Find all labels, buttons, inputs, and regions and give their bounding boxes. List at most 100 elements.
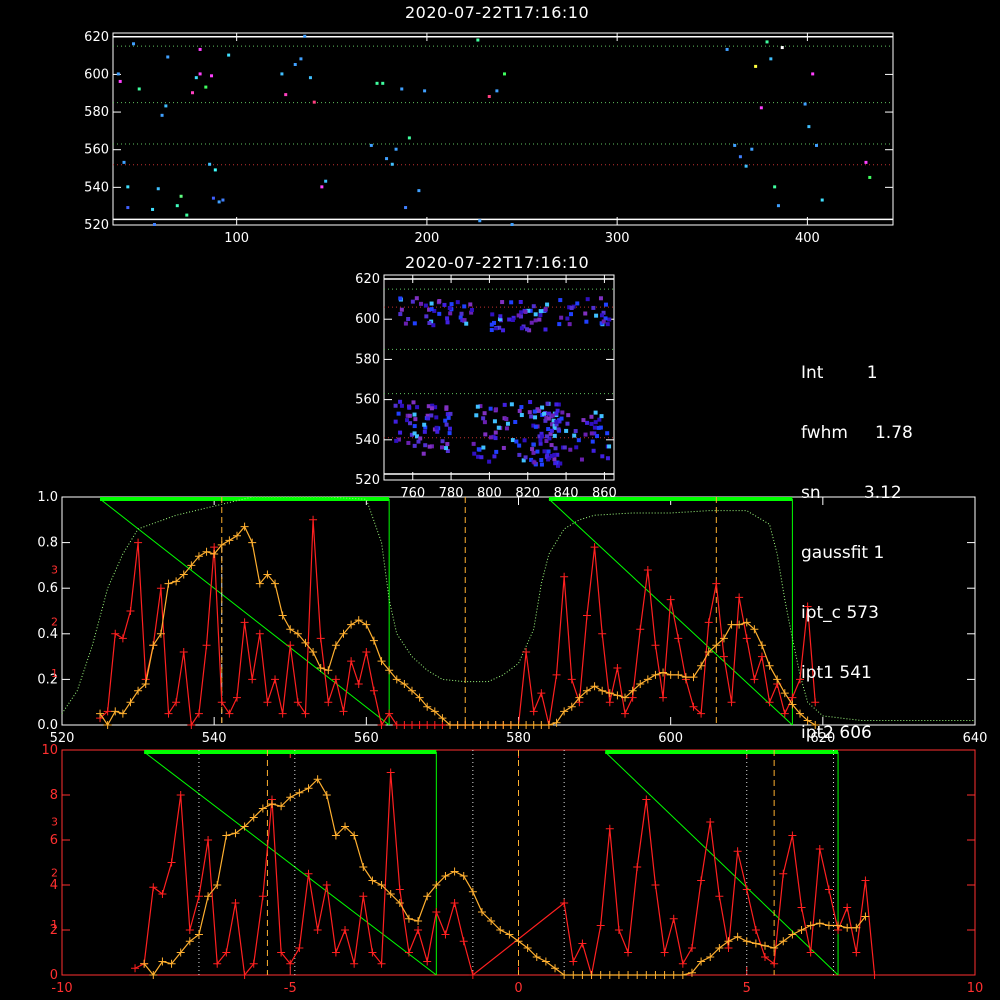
spectrum-pixel-raw-point: [316, 634, 325, 643]
spectrum-velocity-smooth-point: [633, 971, 642, 979]
spectrum-velocity-raw-point: [459, 937, 468, 946]
spectrum-pixel-raw-point: [598, 629, 607, 638]
spectrum-pixel-smooth-point: [681, 673, 690, 682]
spectrum-pixel-smooth-point: [118, 709, 127, 718]
spectrum-velocity-raw-point: [742, 885, 751, 894]
middle-image-pixel: [593, 420, 598, 425]
middle-image-pixel: [552, 452, 557, 457]
middle-image-pixel: [591, 305, 596, 310]
spectrum-velocity-raw-point: [669, 914, 678, 923]
top-image-pixel: [312, 100, 316, 104]
middle-image-pixel: [523, 455, 528, 460]
middle-image-ytick-label: 580: [355, 352, 380, 367]
middle-image-pixel: [553, 461, 558, 466]
spectrum-velocity-smooth-point: [624, 971, 633, 979]
middle-image-pixel: [504, 426, 509, 431]
middle-image-pixel: [510, 438, 515, 443]
spectrum-pixel-xtick-label: 580: [506, 731, 531, 746]
top-image-pixel: [404, 206, 408, 210]
spectrum-velocity-right-red-label: 3: [51, 816, 58, 829]
middle-image-pixel: [411, 400, 416, 405]
spectrum-velocity-raw-point: [414, 926, 423, 934]
spectrum-velocity-window-left: [604, 751, 839, 976]
middle-image-pixel: [421, 451, 426, 456]
param-ipt2: ipt2 606: [801, 723, 872, 743]
spectrum-velocity-smooth-point: [642, 971, 651, 979]
spectrum-pixel-raw-point: [659, 693, 668, 702]
spectrum-velocity-smooth-point: [824, 921, 833, 930]
middle-image-pixel: [513, 419, 518, 424]
spectrum-velocity-smooth-point: [587, 971, 596, 979]
top-image-pixel: [126, 206, 130, 210]
spectrum-velocity-raw-point: [304, 869, 313, 878]
spectrum-velocity-smooth-point: [660, 971, 669, 979]
spectrum-pixel-raw-point: [331, 675, 340, 684]
top-image-ytick-label: 520: [84, 218, 109, 233]
spectrum-velocity-xtick-label: 5: [743, 981, 751, 996]
top-image-pixel: [194, 76, 198, 80]
top-image-pixel: [126, 185, 130, 189]
top-image-pixel: [160, 113, 164, 117]
spectrum-velocity-raw-point: [131, 964, 140, 973]
spectrum-velocity-right-red-label: 2: [51, 867, 58, 880]
middle-image-pixel: [445, 316, 450, 321]
spectrum-pixel-raw-point: [225, 709, 234, 718]
spectrum-pixel-raw-point: [369, 686, 378, 695]
param-int: Int 1: [801, 363, 878, 383]
spectrum-pixel-raw-point: [613, 664, 622, 672]
spectrum-velocity-smooth-point: [569, 971, 578, 979]
spectrum-pixel-raw-point: [286, 641, 295, 650]
middle-image-pixel: [462, 318, 467, 323]
spectrum-pixel-smooth-point: [202, 547, 211, 556]
spectrum-pixel-raw-point: [354, 679, 363, 688]
middle-image-pixel: [583, 432, 588, 437]
middle-image-pixel: [488, 406, 493, 411]
top-image-pixel: [754, 64, 758, 68]
spectrum-velocity-smooth-point: [605, 971, 614, 979]
top-image-pixel: [868, 175, 872, 179]
spectrum-pixel-raw-point: [309, 515, 318, 524]
middle-image-pixel: [489, 328, 494, 333]
top-image-pixel: [164, 104, 168, 108]
middle-image-pixel: [412, 321, 417, 326]
top-image-pixel: [116, 72, 120, 76]
spectrum-pixel-ytick-label: 0.0: [37, 718, 58, 733]
middle-image-pixel: [572, 433, 577, 438]
middle-image-pixel: [568, 312, 573, 317]
middle-image-pixel: [532, 460, 537, 465]
spectrum-pixel-right-red-label: 3: [51, 564, 58, 577]
spectrum-velocity-smooth-point: [797, 926, 806, 934]
middle-image-pixel: [494, 449, 499, 454]
spectrum-pixel-smooth-point: [537, 721, 546, 729]
top-image-pixel: [423, 89, 427, 93]
top-image-pixel: [503, 72, 506, 76]
spectrum-velocity-raw-point: [614, 926, 623, 934]
middle-image-pixel: [568, 447, 573, 452]
spectrum-velocity-ytick-label: 0: [50, 968, 58, 983]
middle-image-pixel: [523, 309, 528, 314]
middle-image-pixel: [449, 302, 454, 307]
top-image-pixel: [750, 147, 754, 151]
top-image-pixel: [320, 185, 324, 189]
spectrum-velocity-raw-point: [295, 944, 304, 952]
spectrum-pixel-smooth-point: [484, 721, 493, 729]
top-image-pixel: [179, 194, 183, 198]
middle-image-pixel: [546, 416, 551, 421]
middle-image-ytick-label: 520: [355, 473, 380, 488]
spectrum-pixel-raw-point: [240, 618, 249, 627]
middle-image-pixel: [585, 420, 590, 425]
middle-image-pixel: [531, 442, 536, 447]
middle-image-pixel: [599, 414, 604, 419]
middle-image-pixel: [429, 406, 434, 411]
middle-image-pixel: [605, 322, 610, 327]
middle-image-pixel: [413, 417, 418, 422]
middle-image-pixel: [517, 452, 522, 457]
middle-image-pixel: [462, 304, 467, 309]
spectrum-pixel-smooth-point: [773, 675, 782, 684]
spectrum-velocity-raw-point: [751, 926, 760, 934]
middle-image-pixel: [445, 320, 450, 325]
spectrum-pixel-raw-point: [750, 675, 759, 684]
top-image-pixel: [390, 162, 394, 166]
spectrum-pixel-smooth-point: [757, 641, 766, 650]
middle-image-pixel: [414, 296, 419, 301]
